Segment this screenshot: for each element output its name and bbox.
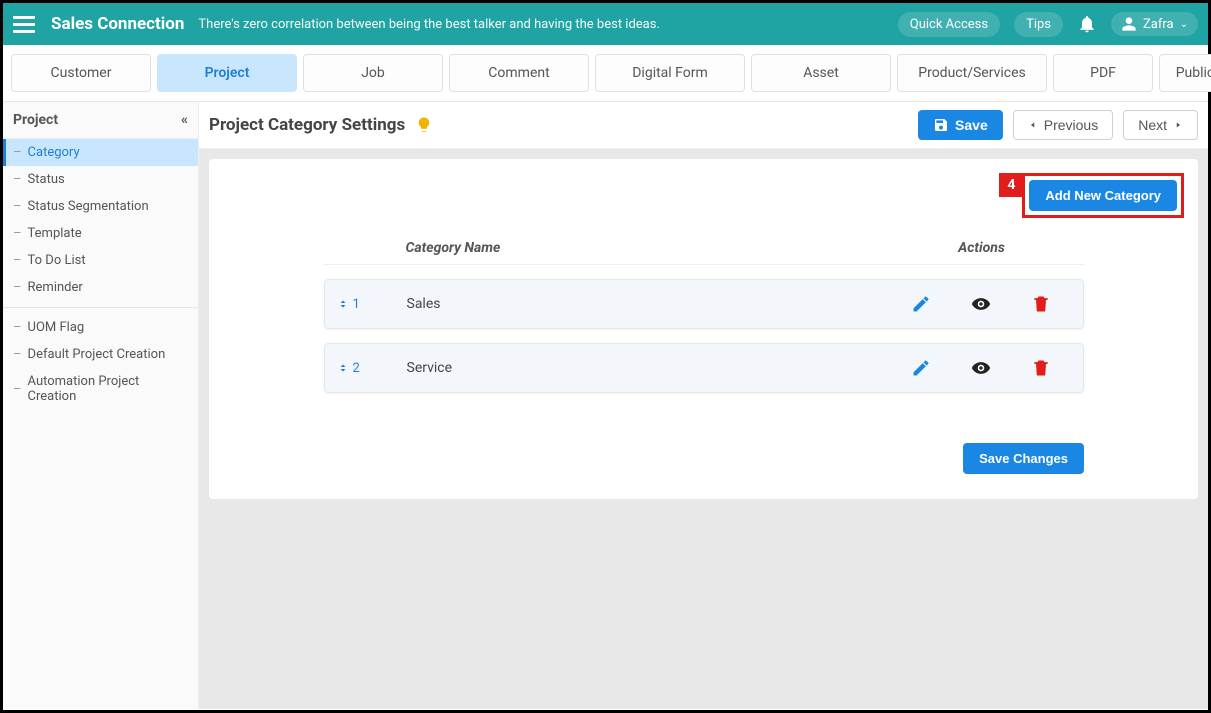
tabstrip: Customer Project Job Comment Digital For… bbox=[3, 45, 1208, 102]
sidebar-item-automation-project[interactable]: –Automation Project Creation bbox=[3, 368, 198, 410]
eye-icon[interactable] bbox=[971, 358, 991, 378]
avatar-icon bbox=[1121, 16, 1137, 32]
sidebar-item-category[interactable]: –Category bbox=[3, 139, 198, 166]
user-name: Zafra bbox=[1143, 17, 1174, 32]
edit-icon[interactable] bbox=[911, 358, 931, 378]
tab-digital-form[interactable]: Digital Form bbox=[595, 54, 745, 92]
tab-product-services[interactable]: Product/Services bbox=[897, 54, 1047, 92]
col-category-name: Category Name bbox=[336, 240, 892, 256]
category-panel: 4 Add New Category Category Name Actions… bbox=[209, 159, 1198, 499]
col-actions: Actions bbox=[892, 240, 1072, 256]
tab-job[interactable]: Job bbox=[303, 54, 443, 92]
user-menu[interactable]: Zafra ⌄ bbox=[1111, 12, 1198, 36]
highlight-number: 4 bbox=[999, 173, 1023, 197]
table-row: 1 Sales bbox=[324, 279, 1084, 329]
sidebar-title: Project bbox=[13, 112, 58, 128]
collapse-icon[interactable]: « bbox=[181, 112, 188, 128]
sidebar-header: Project « bbox=[3, 102, 198, 139]
arrow-right-icon bbox=[1173, 120, 1183, 130]
edit-icon[interactable] bbox=[911, 294, 931, 314]
main-header: Project Category Settings Save Previous … bbox=[199, 102, 1208, 149]
add-new-category-button[interactable]: Add New Category bbox=[1029, 180, 1177, 211]
trash-icon[interactable] bbox=[1031, 358, 1051, 378]
sort-icon bbox=[337, 361, 349, 375]
table-header: Category Name Actions bbox=[324, 232, 1084, 265]
next-button[interactable]: Next bbox=[1123, 110, 1198, 140]
highlight-box: 4 Add New Category bbox=[1022, 173, 1184, 218]
save-icon bbox=[933, 117, 949, 133]
sidebar-item-status-segmentation[interactable]: –Status Segmentation bbox=[3, 193, 198, 220]
category-name: Service bbox=[377, 360, 891, 376]
save-changes-button[interactable]: Save Changes bbox=[963, 443, 1084, 474]
tab-project[interactable]: Project bbox=[157, 54, 297, 92]
lightbulb-icon[interactable] bbox=[415, 116, 433, 134]
tab-pdf[interactable]: PDF bbox=[1053, 54, 1153, 92]
page-title: Project Category Settings bbox=[209, 115, 405, 135]
brand: Sales Connection bbox=[51, 14, 184, 34]
tab-asset[interactable]: Asset bbox=[751, 54, 891, 92]
save-button[interactable]: Save bbox=[918, 110, 1003, 140]
menu-icon[interactable] bbox=[13, 12, 37, 36]
sort-handle[interactable]: 2 bbox=[337, 361, 377, 376]
sidebar-item-uom-flag[interactable]: –UOM Flag bbox=[3, 314, 198, 341]
sidebar-item-todo[interactable]: –To Do List bbox=[3, 247, 198, 274]
sidebar-item-template[interactable]: –Template bbox=[3, 220, 198, 247]
tab-customer[interactable]: Customer bbox=[11, 54, 151, 92]
bell-icon[interactable] bbox=[1077, 14, 1097, 34]
topbar: Sales Connection There's zero correlatio… bbox=[3, 3, 1208, 45]
arrow-left-icon bbox=[1028, 120, 1038, 130]
tips-button[interactable]: Tips bbox=[1014, 12, 1063, 37]
main: Project Category Settings Save Previous … bbox=[199, 102, 1208, 709]
table-row: 2 Service bbox=[324, 343, 1084, 393]
tagline: There's zero correlation between being t… bbox=[198, 17, 659, 32]
category-table: Category Name Actions 1 Sales bbox=[324, 232, 1084, 393]
quick-access-button[interactable]: Quick Access bbox=[898, 12, 1000, 37]
divider bbox=[3, 307, 198, 308]
sidebar-item-status[interactable]: –Status bbox=[3, 166, 198, 193]
sidebar: Project « –Category –Status –Status Segm… bbox=[3, 102, 199, 709]
tab-comment[interactable]: Comment bbox=[449, 54, 589, 92]
sort-handle[interactable]: 1 bbox=[337, 297, 377, 312]
tab-public-form[interactable]: Public Fo bbox=[1159, 54, 1211, 92]
eye-icon[interactable] bbox=[971, 294, 991, 314]
sort-icon bbox=[337, 297, 349, 311]
trash-icon[interactable] bbox=[1031, 294, 1051, 314]
category-name: Sales bbox=[377, 296, 891, 312]
sidebar-item-reminder[interactable]: –Reminder bbox=[3, 274, 198, 301]
previous-button[interactable]: Previous bbox=[1013, 110, 1113, 140]
sidebar-item-default-project[interactable]: –Default Project Creation bbox=[3, 341, 198, 368]
chevron-down-icon: ⌄ bbox=[1180, 19, 1188, 30]
